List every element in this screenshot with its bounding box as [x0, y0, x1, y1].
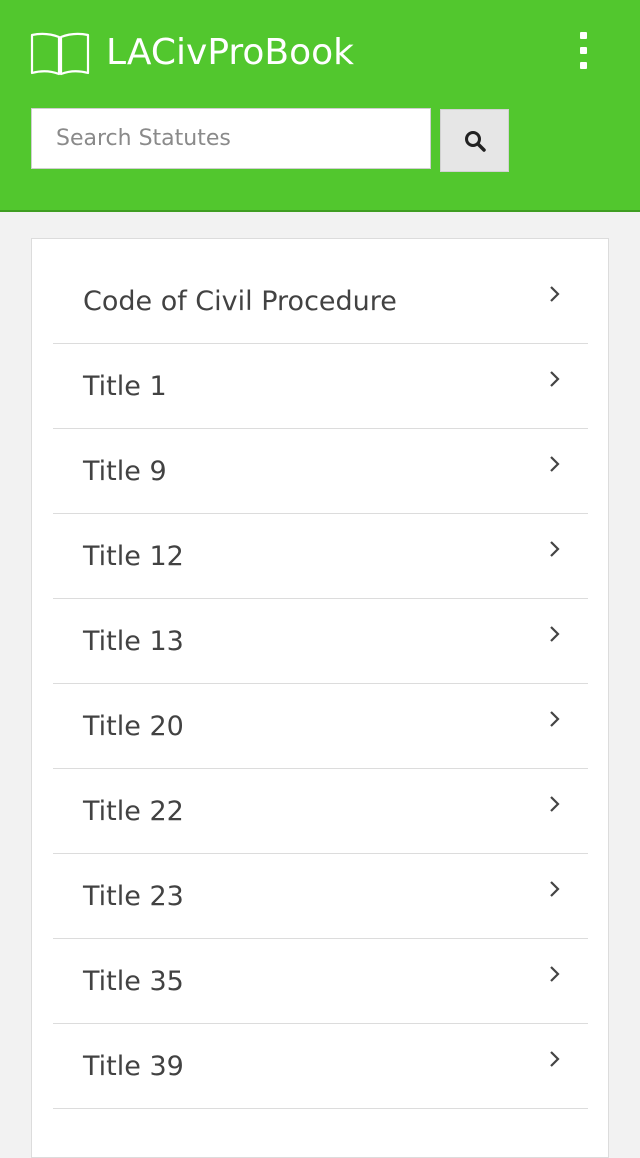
list-item[interactable]: Title 1 [53, 344, 588, 429]
list-item-label: Title 9 [83, 456, 167, 487]
list-item[interactable]: Title 35 [53, 939, 588, 1024]
chevron-right-icon [550, 371, 560, 387]
list-item-label: Title 39 [83, 1051, 184, 1082]
statutes-list: Code of Civil Procedure Title 1 Title 9 … [53, 259, 588, 1109]
list-item[interactable]: Title 20 [53, 684, 588, 769]
kebab-menu-icon [580, 32, 587, 39]
chevron-right-icon [550, 626, 560, 642]
list-item[interactable]: Title 23 [53, 854, 588, 939]
search-button[interactable] [440, 109, 509, 172]
list-item[interactable]: Title 12 [53, 514, 588, 599]
list-item-label: Title 35 [83, 966, 184, 997]
list-item-label: Title 22 [83, 796, 184, 827]
chevron-right-icon [550, 711, 560, 727]
search-icon [464, 130, 486, 152]
chevron-right-icon [550, 541, 560, 557]
list-item-label: Title 23 [83, 881, 184, 912]
chevron-right-icon [550, 286, 560, 302]
chevron-right-icon [550, 966, 560, 982]
statutes-card: Code of Civil Procedure Title 1 Title 9 … [31, 238, 609, 1158]
overflow-menu-button[interactable] [566, 28, 602, 74]
list-item[interactable]: Title 13 [53, 599, 588, 684]
search-input[interactable] [31, 108, 431, 169]
list-item[interactable]: Title 22 [53, 769, 588, 854]
list-item-label: Title 1 [83, 371, 167, 402]
list-item-label: Code of Civil Procedure [83, 286, 397, 317]
list-item-label: Title 12 [83, 541, 184, 572]
list-item[interactable]: Code of Civil Procedure [53, 259, 588, 344]
list-item-label: Title 20 [83, 711, 184, 742]
chevron-right-icon [550, 881, 560, 897]
list-item[interactable]: Title 39 [53, 1024, 588, 1109]
open-book-icon [30, 32, 90, 76]
list-item-label: Title 13 [83, 626, 184, 657]
list-item[interactable]: Title 9 [53, 429, 588, 514]
app-title: LACivProBook [106, 32, 355, 73]
app-header: LACivProBook [0, 0, 640, 212]
chevron-right-icon [550, 796, 560, 812]
chevron-right-icon [550, 456, 560, 472]
chevron-right-icon [550, 1051, 560, 1067]
